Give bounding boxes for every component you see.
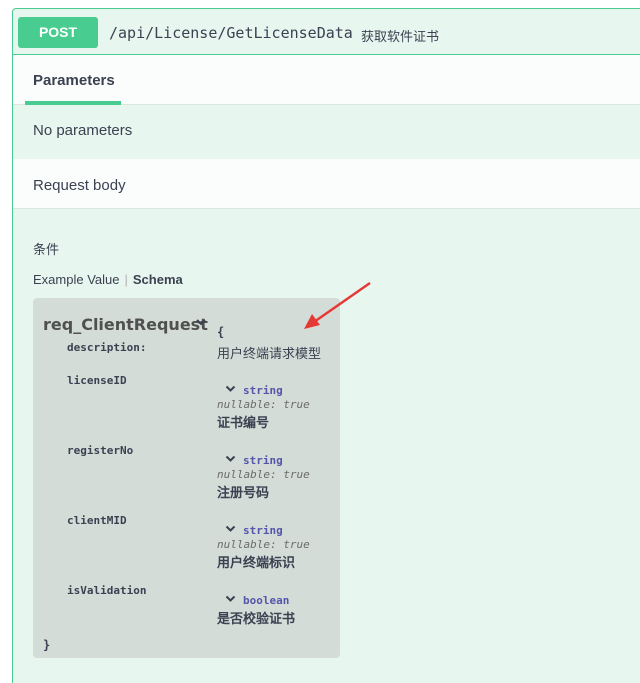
property-nullable: nullable: true — [217, 538, 310, 551]
tab-parameters[interactable]: Parameters — [33, 72, 115, 89]
tab-schema[interactable]: Schema — [133, 272, 183, 287]
chevron-down-icon[interactable] — [225, 594, 236, 606]
request-body-description: 条件 — [33, 243, 60, 258]
endpoint-path: /api/License/GetLicenseData — [109, 24, 353, 42]
parameters-header: Parameters — [13, 55, 640, 105]
red-arrow-icon — [304, 281, 371, 329]
property-type: string — [243, 454, 283, 467]
property-description: 证书编号 — [217, 416, 270, 431]
tab-example-value[interactable]: Example Value — [33, 272, 119, 287]
model-title[interactable]: req_ClientRequest — [43, 315, 208, 334]
property-type: string — [243, 384, 283, 397]
chevron-down-icon[interactable] — [225, 524, 236, 536]
tab-separator: | — [124, 272, 128, 287]
property-description: 注册号码 — [217, 486, 270, 501]
property-nullable: nullable: true — [217, 398, 310, 411]
chevron-down-icon[interactable] — [225, 454, 236, 466]
endpoint-description: 获取软件证书 — [361, 30, 440, 45]
property-description: 用户终端标识 — [217, 556, 296, 571]
property-type: boolean — [243, 594, 290, 607]
chevron-down-icon[interactable] — [225, 384, 236, 396]
http-method-badge: POST — [18, 17, 98, 48]
request-body-title: Request body — [33, 177, 126, 194]
model-close-brace: } — [43, 638, 51, 652]
operation-block: POST /api/License/GetLicenseData 获取软件证书 … — [12, 8, 640, 683]
active-tab-indicator — [25, 101, 121, 105]
property-name: licenseID — [67, 374, 127, 387]
property-name: isValidation — [67, 584, 147, 597]
property-type: string — [243, 524, 283, 537]
operation-summary[interactable]: POST /api/License/GetLicenseData 获取软件证书 — [13, 9, 640, 55]
property-nullable: nullable: true — [217, 468, 310, 481]
property-name: clientMID — [67, 514, 127, 527]
property-name: registerNo — [67, 444, 134, 457]
chevron-down-icon[interactable] — [195, 315, 207, 330]
request-body-header: Request body — [13, 159, 640, 209]
example-schema-tabs: Example Value | Schema — [33, 272, 183, 287]
description-key: description: — [67, 341, 147, 354]
model-open-brace: { — [217, 325, 225, 339]
no-parameters-text: No parameters — [33, 122, 133, 139]
schema-model-box: req_ClientRequest { description: 用户终端请求模… — [33, 298, 340, 658]
property-description: 是否校验证书 — [217, 612, 296, 627]
model-description: 用户终端请求模型 — [217, 347, 322, 362]
